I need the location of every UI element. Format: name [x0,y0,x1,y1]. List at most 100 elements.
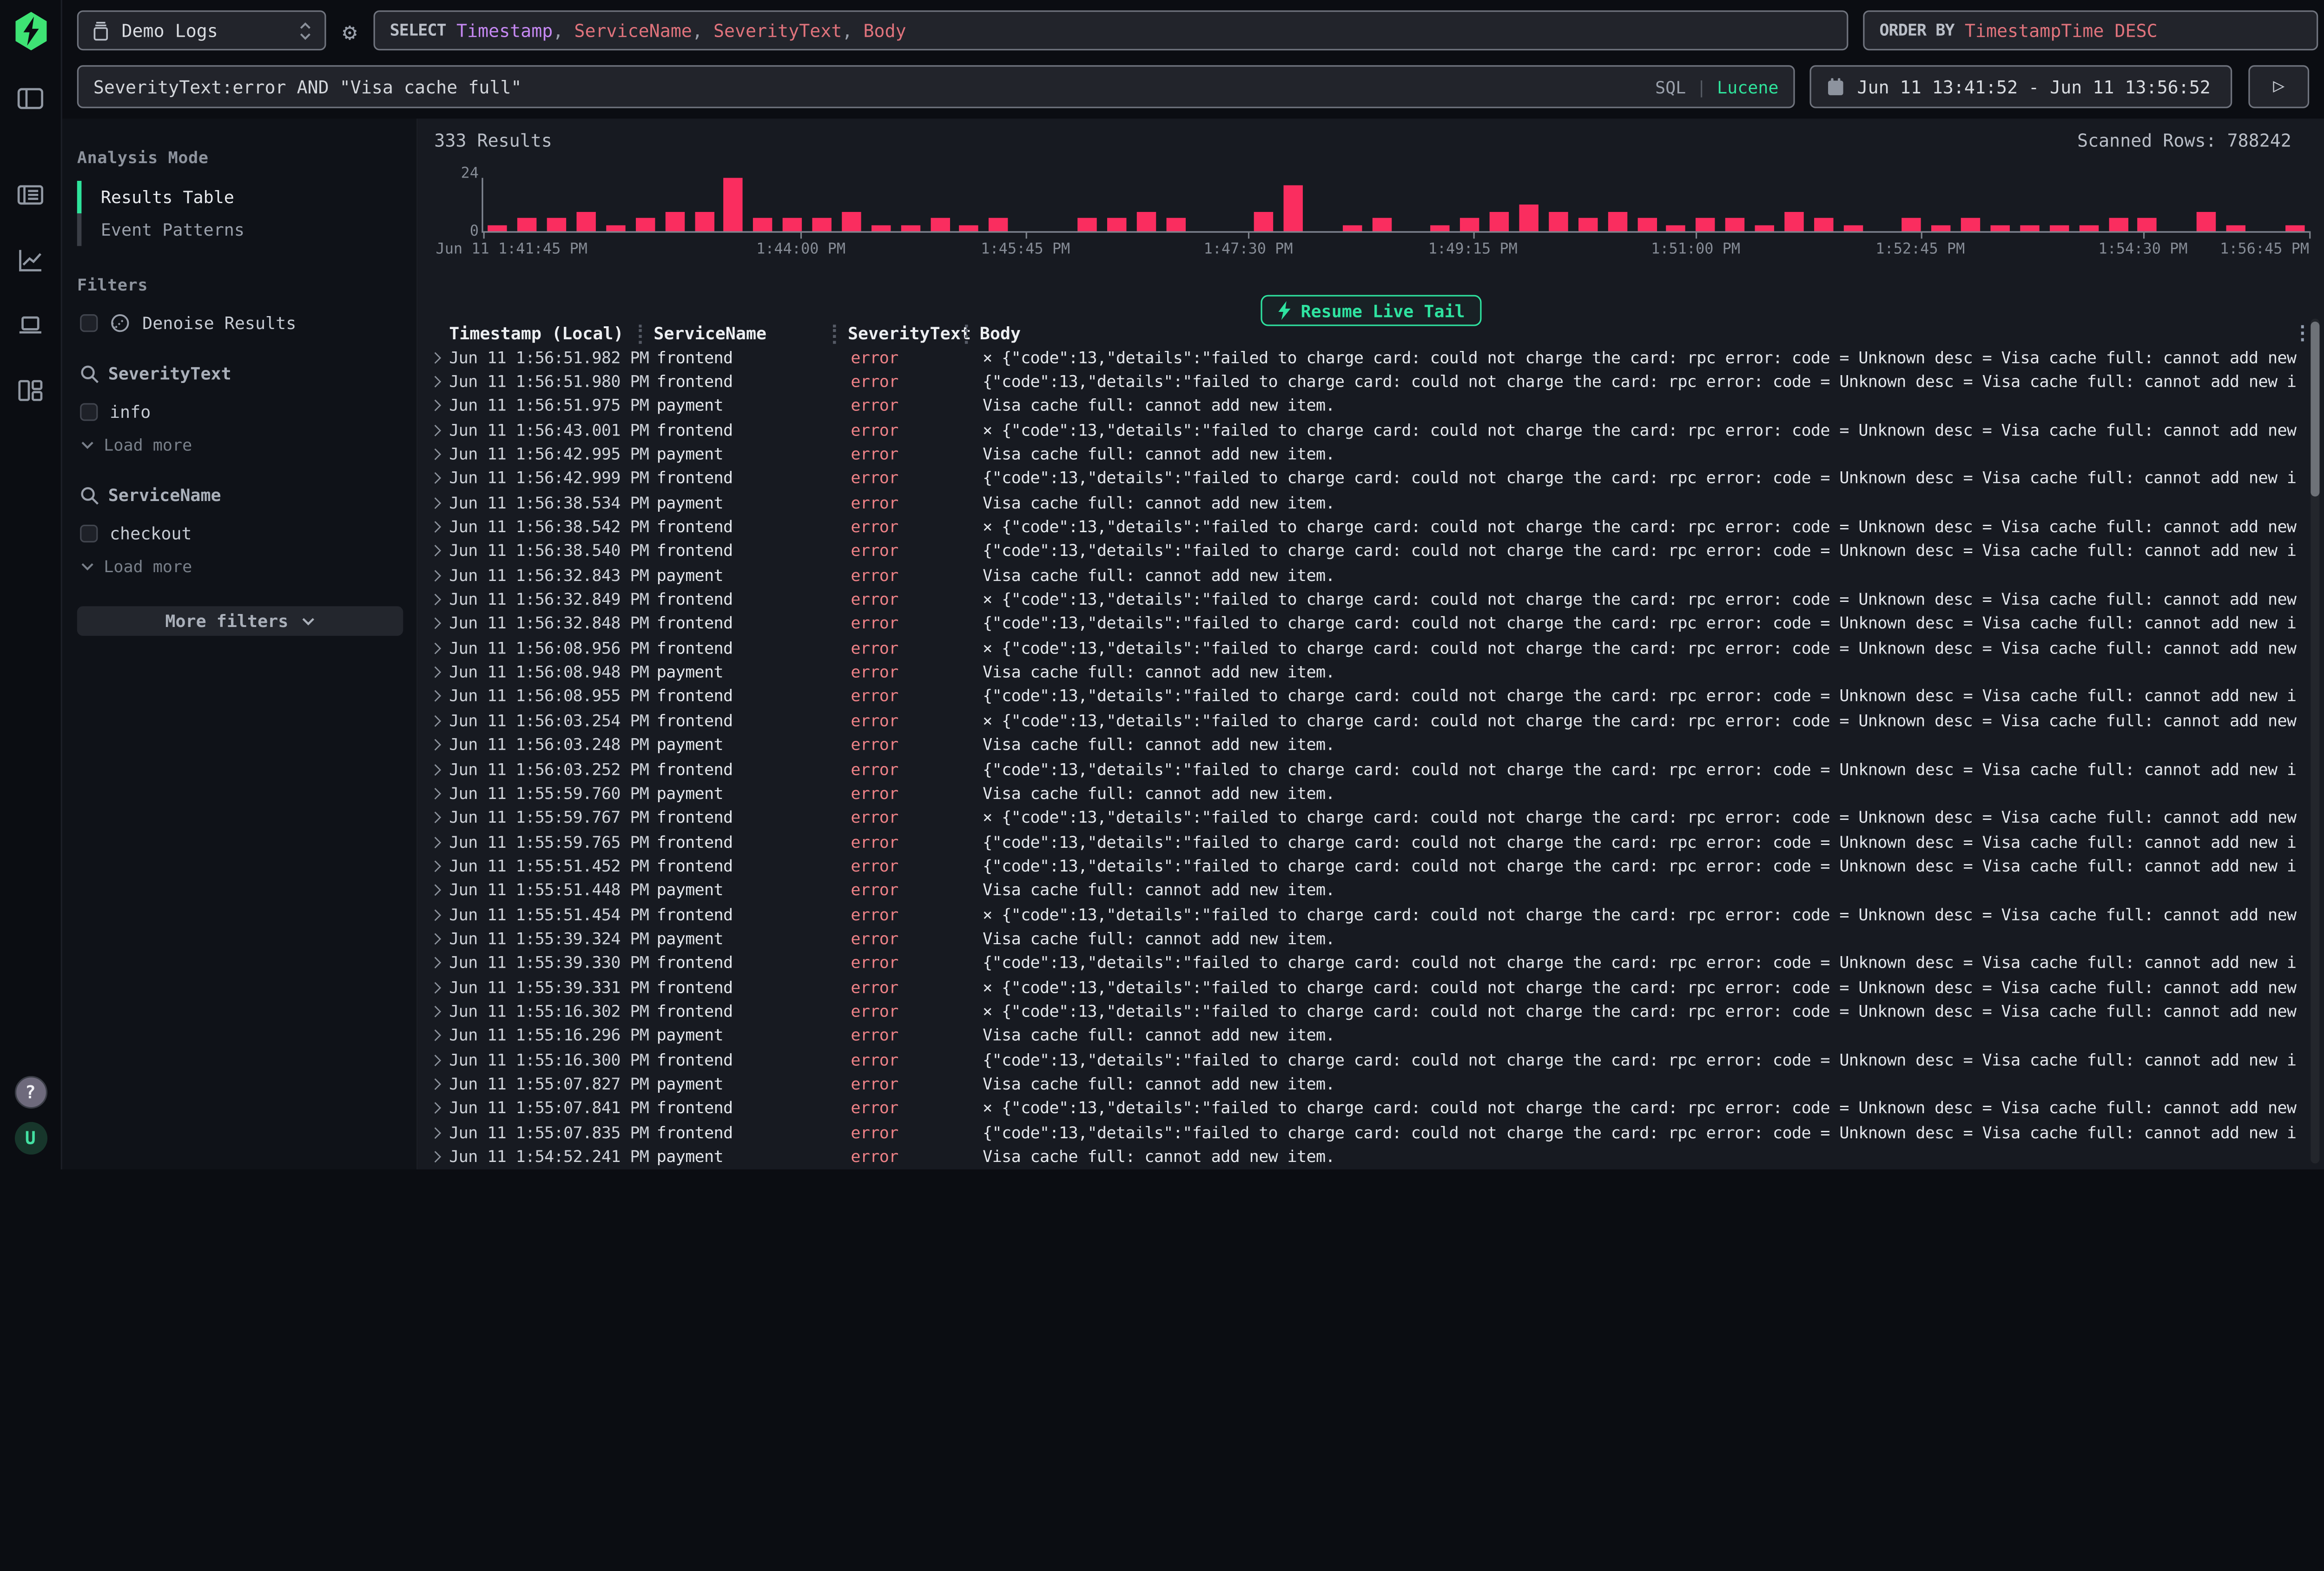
table-row[interactable]: Jun 11 1:55:39.331 PMfrontenderror× {"co… [431,975,2298,999]
table-row[interactable]: Jun 11 1:56:38.540 PMfrontenderror{"code… [431,539,2298,563]
run-query-button[interactable]: ▷ [2248,65,2309,108]
app-logo-bolt-icon[interactable] [14,12,46,51]
table-row[interactable]: Jun 11 1:56:32.849 PMfrontenderror× {"co… [431,587,2298,612]
row-expander-chevron-icon[interactable] [431,713,449,729]
table-row[interactable]: Jun 11 1:56:08.955 PMfrontenderror{"code… [431,685,2298,709]
table-row[interactable]: Jun 11 1:55:16.302 PMfrontenderror× {"co… [431,999,2298,1023]
table-row[interactable]: Jun 11 1:55:59.760 PMpaymenterrorVisa ca… [431,781,2298,805]
table-row[interactable]: Jun 11 1:56:08.948 PMpaymenterrorVisa ca… [431,660,2298,684]
dashboard-layout-icon[interactable] [16,376,45,405]
chart-line-icon[interactable] [16,246,45,274]
row-expander-chevron-icon[interactable] [431,688,449,705]
row-expander-chevron-icon[interactable] [431,882,449,898]
lang-option-sql[interactable]: SQL [1655,76,1686,97]
scrollbar-thumb[interactable] [2311,322,2319,496]
table-row[interactable]: Jun 11 1:56:03.252 PMfrontenderror{"code… [431,757,2298,781]
table-row[interactable]: Jun 11 1:56:32.843 PMpaymenterrorVisa ca… [431,563,2298,587]
column-resize-handle[interactable] [833,324,836,343]
table-row[interactable]: Jun 11 1:56:42.999 PMfrontenderror{"code… [431,467,2298,491]
table-row[interactable]: Jun 11 1:55:16.296 PMpaymenterrorVisa ca… [431,1023,2298,1048]
laptop-icon[interactable] [16,311,45,340]
row-expander-chevron-icon[interactable] [431,1149,449,1165]
table-row[interactable]: Jun 11 1:56:03.254 PMfrontenderror× {"co… [431,709,2298,733]
row-expander-chevron-icon[interactable] [431,592,449,608]
row-expander-chevron-icon[interactable] [431,786,449,802]
lang-option-lucene[interactable]: Lucene [1717,76,1778,97]
sidebar-item-event-patterns[interactable]: Event Patterns [77,213,416,246]
row-expander-chevron-icon[interactable] [431,568,449,584]
table-options-kebab-icon[interactable]: ⋮ [2293,324,2312,343]
user-avatar[interactable]: U [14,1122,46,1155]
row-expander-chevron-icon[interactable] [431,1076,449,1092]
col-header-severitytext[interactable]: SeverityText [848,323,980,345]
row-expander-chevron-icon[interactable] [431,470,449,487]
table-row[interactable]: Jun 11 1:56:03.248 PMpaymenterrorVisa ca… [431,733,2298,757]
row-expander-chevron-icon[interactable] [431,931,449,947]
table-row[interactable]: Jun 11 1:56:08.956 PMfrontenderror× {"co… [431,636,2298,660]
search-icon[interactable] [80,485,99,504]
filter-option-info[interactable]: info [80,402,416,422]
row-expander-chevron-icon[interactable] [431,519,449,535]
table-row[interactable]: Jun 11 1:56:43.001 PMfrontenderror× {"co… [431,418,2298,442]
table-row[interactable]: Jun 11 1:55:07.841 PMfrontenderror× {"co… [431,1096,2298,1121]
row-expander-chevron-icon[interactable] [431,1028,449,1044]
column-resize-handle[interactable] [639,324,641,343]
load-more-servicename[interactable]: Load more [80,557,416,576]
source-select[interactable]: Demo Logs [77,10,326,50]
search-icon[interactable] [80,364,99,383]
more-filters-button[interactable]: More filters [77,606,403,636]
table-row[interactable]: Jun 11 1:55:39.324 PMpaymenterrorVisa ca… [431,927,2298,951]
row-expander-chevron-icon[interactable] [431,374,449,390]
settings-gear-icon[interactable]: ⚙ [332,13,368,49]
row-expander-chevron-icon[interactable] [431,979,449,996]
table-row[interactable]: Jun 11 1:55:07.827 PMpaymenterrorVisa ca… [431,1072,2298,1096]
table-row[interactable]: Jun 11 1:54:52.241 PMpaymenterrorVisa ca… [431,1145,2298,1169]
col-header-body[interactable]: Body [980,323,2298,345]
row-expander-chevron-icon[interactable] [431,858,449,874]
row-expander-chevron-icon[interactable] [431,446,449,462]
table-row[interactable]: Jun 11 1:56:51.980 PMfrontenderror{"code… [431,370,2298,394]
row-expander-chevron-icon[interactable] [431,955,449,971]
row-expander-chevron-icon[interactable] [431,398,449,414]
row-expander-chevron-icon[interactable] [431,737,449,753]
table-row[interactable]: Jun 11 1:55:51.448 PMpaymenterrorVisa ca… [431,878,2298,903]
row-expander-chevron-icon[interactable] [431,640,449,656]
row-expander-chevron-icon[interactable] [431,906,449,923]
row-expander-chevron-icon[interactable] [431,1003,449,1020]
row-expander-chevron-icon[interactable] [431,495,449,511]
select-query-input[interactable]: SELECT Timestamp, ServiceName, SeverityT… [374,10,1849,50]
row-expander-chevron-icon[interactable] [431,422,449,438]
table-row[interactable]: Jun 11 1:55:51.454 PMfrontenderror× {"co… [431,903,2298,927]
table-row[interactable]: Jun 11 1:55:51.452 PMfrontenderror{"code… [431,854,2298,878]
column-resize-handle[interactable] [965,324,968,343]
table-row[interactable]: Jun 11 1:55:59.767 PMfrontenderror× {"co… [431,805,2298,830]
table-row[interactable]: Jun 11 1:56:32.848 PMfrontenderror{"code… [431,612,2298,636]
row-expander-chevron-icon[interactable] [431,761,449,777]
resume-live-tail-button[interactable]: Resume Live Tail [1261,295,1481,326]
row-expander-chevron-icon[interactable] [431,810,449,826]
row-expander-chevron-icon[interactable] [431,543,449,559]
logs-journal-icon[interactable] [16,181,45,209]
search-input[interactable] [79,66,1793,106]
table-row[interactable]: Jun 11 1:55:16.300 PMfrontenderror{"code… [431,1048,2298,1072]
order-by-input[interactable]: ORDER BY TimestampTime DESC [1863,10,2318,50]
row-expander-chevron-icon[interactable] [431,834,449,850]
table-row[interactable]: Jun 11 1:56:38.534 PMpaymenterrorVisa ca… [431,491,2298,515]
col-header-servicename[interactable]: ServiceName [654,323,848,345]
table-row[interactable]: Jun 11 1:55:39.330 PMfrontenderror{"code… [431,951,2298,975]
denoise-checkbox[interactable] [80,314,98,332]
row-expander-chevron-icon[interactable] [431,350,449,366]
sidebar-item-results-table[interactable]: Results Table [77,181,416,213]
row-expander-chevron-icon[interactable] [431,1124,449,1141]
row-expander-chevron-icon[interactable] [431,1052,449,1068]
col-header-timestamp[interactable]: Timestamp (Local) [449,323,654,345]
time-range-picker[interactable]: Jun 11 13:41:52 - Jun 11 13:56:52 [1809,65,2232,108]
table-row[interactable]: Jun 11 1:56:38.542 PMfrontenderror× {"co… [431,515,2298,539]
table-row[interactable]: Jun 11 1:55:59.765 PMfrontenderror{"code… [431,830,2298,854]
row-expander-chevron-icon[interactable] [431,616,449,632]
filter-option-checkout[interactable]: checkout [80,523,416,544]
table-row[interactable]: Jun 11 1:55:07.835 PMfrontenderror{"code… [431,1121,2298,1145]
denoise-results-toggle[interactable]: Denoise Results [80,313,416,334]
load-more-severitytext[interactable]: Load more [80,436,416,455]
row-expander-chevron-icon[interactable] [431,664,449,680]
